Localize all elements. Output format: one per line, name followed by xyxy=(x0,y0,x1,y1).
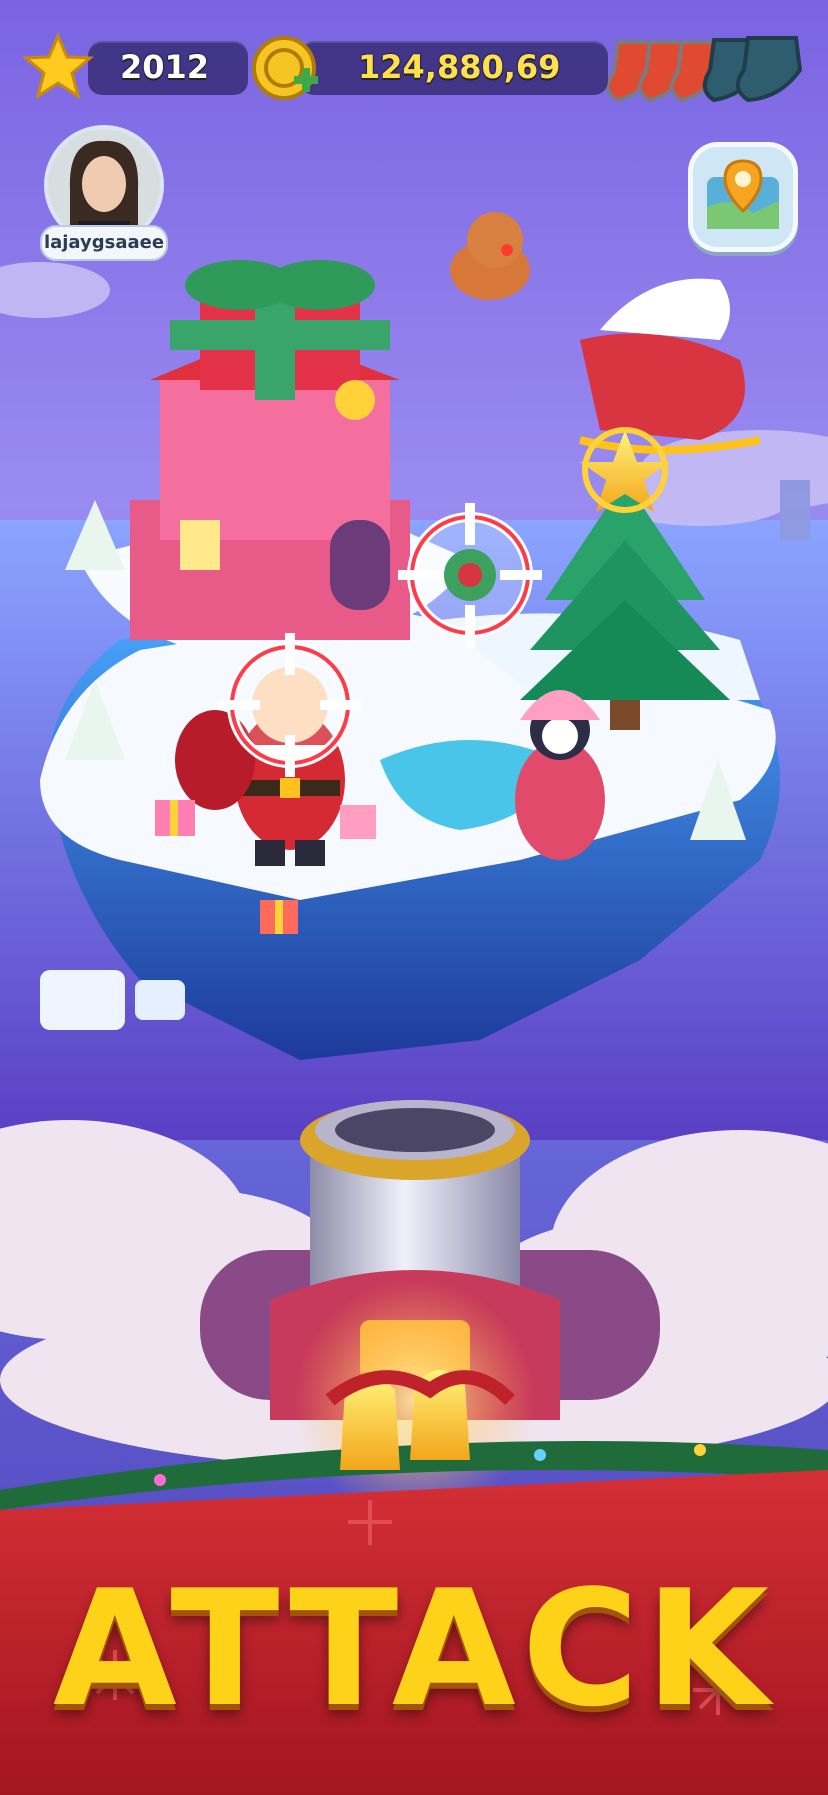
attack-button-label[interactable]: ATTACK xyxy=(0,1555,828,1742)
game-scene xyxy=(0,0,828,1795)
coin-icon[interactable] xyxy=(252,36,318,100)
map-button[interactable] xyxy=(688,142,798,252)
hud-icons xyxy=(22,32,318,100)
player-profile[interactable]: lajaygsaaee xyxy=(40,125,168,263)
penguin-character xyxy=(515,690,605,860)
player-name: lajaygsaaee xyxy=(40,225,168,261)
star-icon xyxy=(22,32,94,100)
map-pin-icon xyxy=(707,159,779,229)
